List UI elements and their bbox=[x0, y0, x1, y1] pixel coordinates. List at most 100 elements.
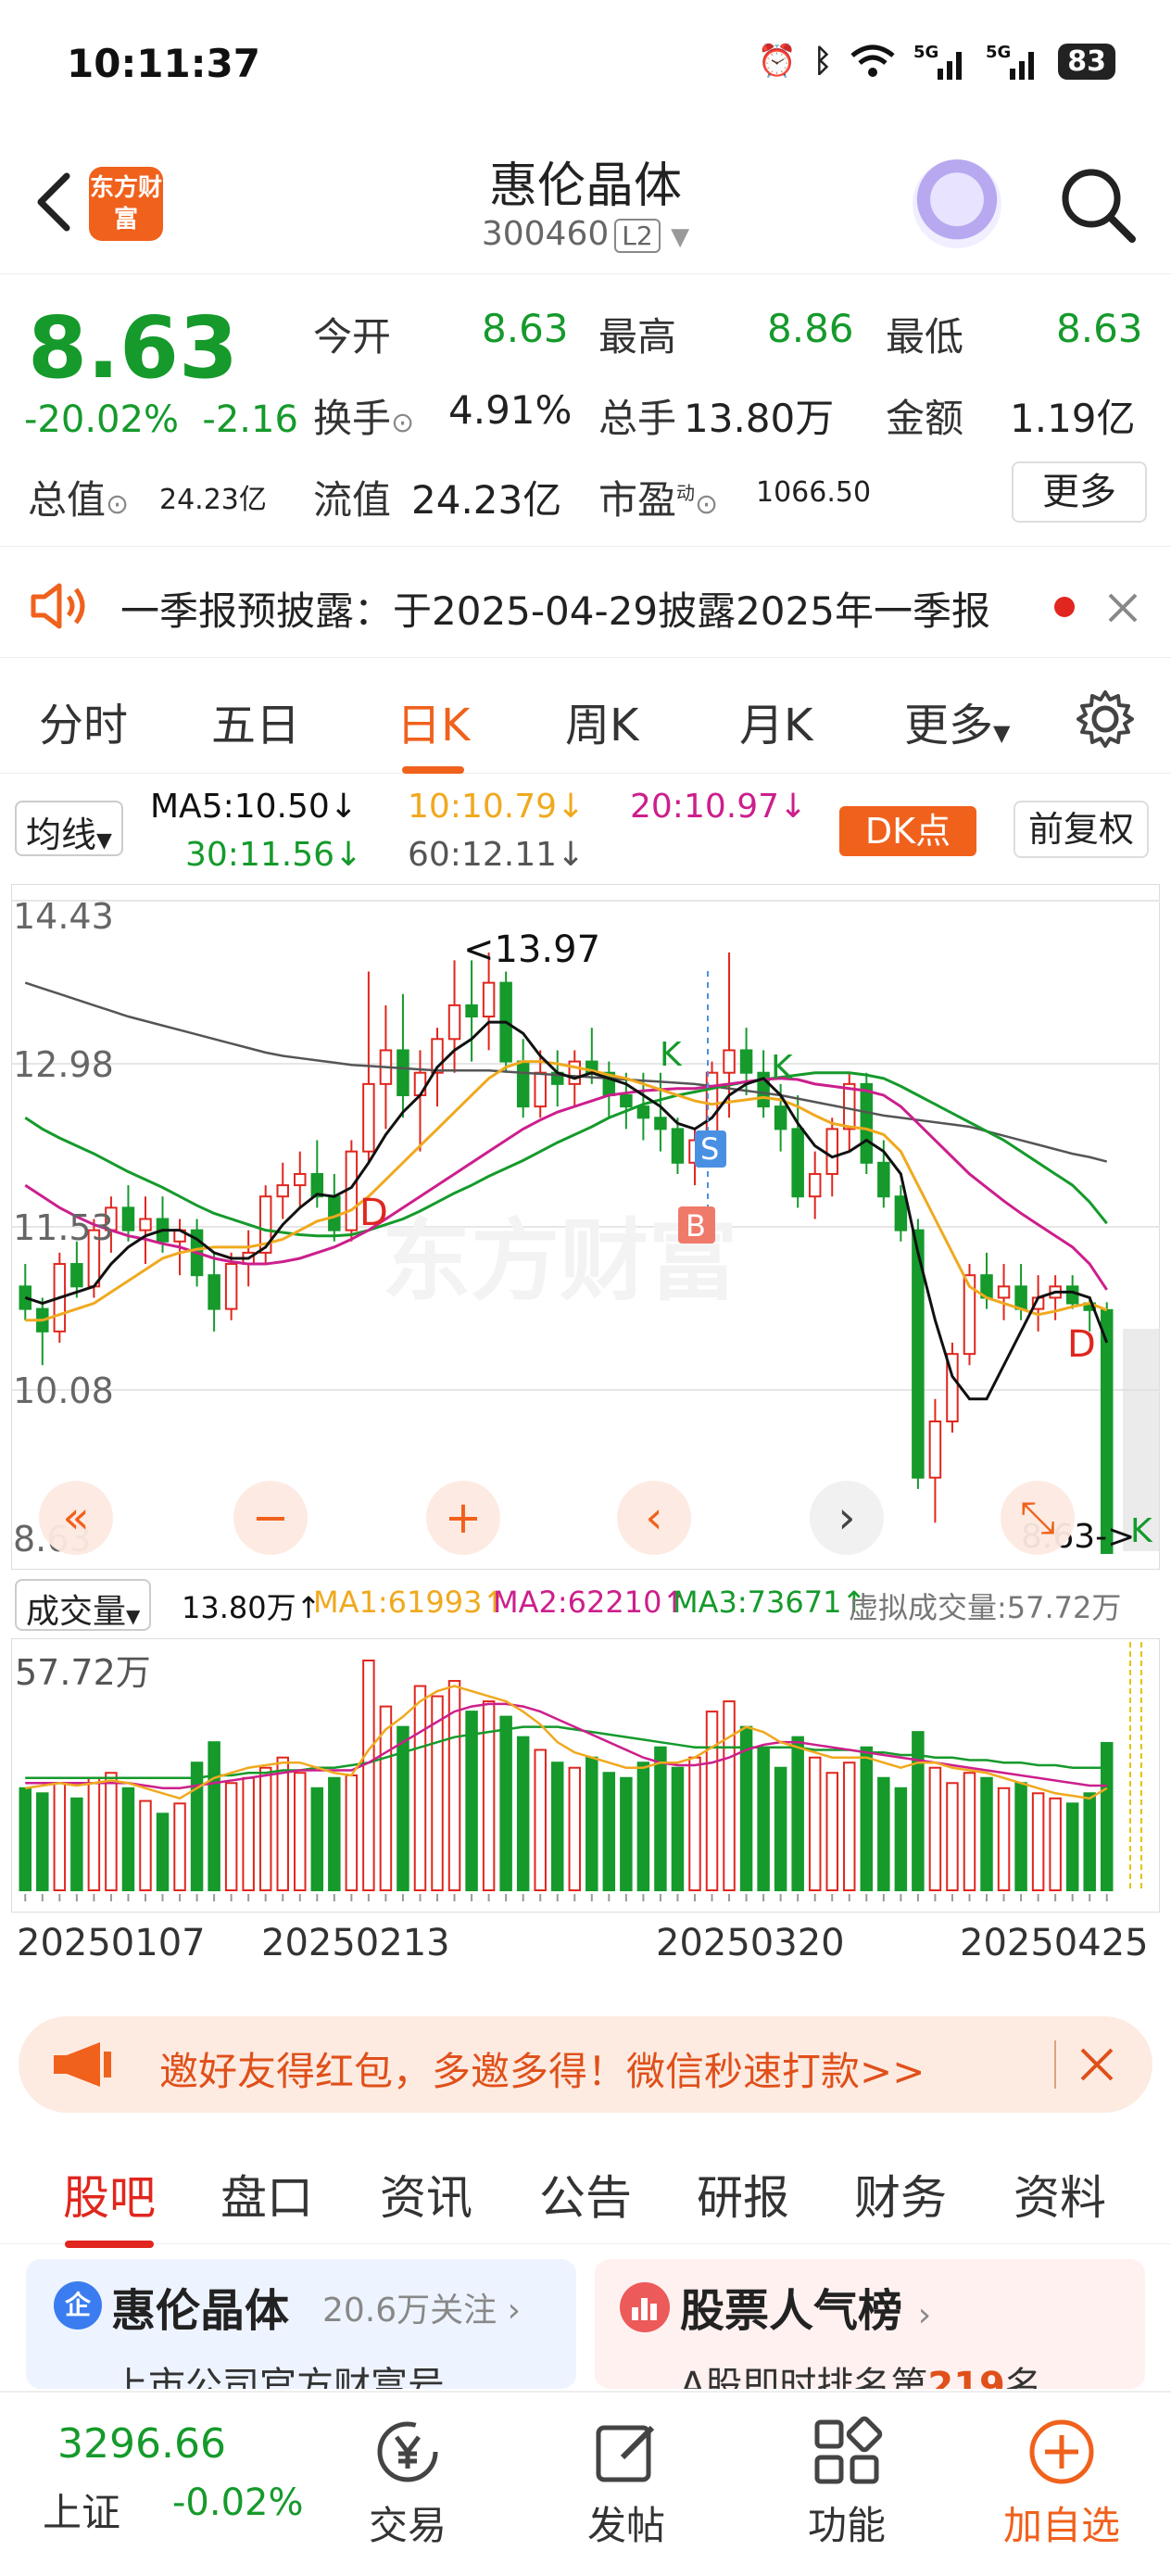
status-bar: 10:11:37 ⏰ ᛒ 5G 5G 83 bbox=[0, 0, 1171, 130]
volume-bar bbox=[413, 1685, 427, 1891]
fullscreen-icon[interactable]: ⤡ bbox=[1001, 1481, 1075, 1555]
adjust-mode-button[interactable]: 前复权 bbox=[1014, 801, 1149, 858]
volume-bar bbox=[688, 1756, 701, 1891]
tab-monthly-k[interactable]: 月K bbox=[739, 688, 812, 753]
edit-icon bbox=[596, 2425, 655, 2482]
signal-5g-icon: 5G bbox=[986, 43, 1035, 80]
more-quote-button[interactable]: 更多 bbox=[1012, 461, 1147, 523]
tab-guba[interactable]: 股吧 bbox=[63, 2161, 156, 2248]
bottom-navigation: 3296.66 上证 -0.02% 交易 发帖 功能 加自选 bbox=[0, 2391, 1171, 2576]
date-tick: 20250213 bbox=[261, 1922, 450, 1964]
tab-weekly-k[interactable]: 周K bbox=[565, 688, 638, 753]
volume-bar bbox=[105, 1772, 118, 1891]
candle-body bbox=[208, 1274, 220, 1310]
bluetooth-icon: ᛒ bbox=[812, 43, 833, 80]
candle-body bbox=[413, 1071, 427, 1096]
nav-trade[interactable]: 交易 bbox=[334, 2413, 482, 2551]
close-icon[interactable] bbox=[1077, 2044, 1117, 2085]
low-value: 8.63 bbox=[1056, 306, 1143, 351]
tab-more[interactable]: 更多▼ bbox=[904, 688, 1010, 753]
scroll-left-icon[interactable]: ‹ bbox=[617, 1481, 691, 1555]
buy-marker-label: B bbox=[686, 1208, 706, 1244]
volume-bar bbox=[294, 1772, 307, 1891]
candle-body bbox=[362, 1082, 375, 1153]
volume-bar bbox=[224, 1782, 238, 1891]
volume-chart[interactable]: 57.72万 bbox=[11, 1638, 1160, 1913]
low-label: 最低 bbox=[886, 314, 964, 360]
volume-bar bbox=[791, 1736, 804, 1891]
tab-five-day[interactable]: 五日 bbox=[211, 688, 300, 753]
control-glyph: ‹ bbox=[645, 1492, 662, 1544]
nav-add-watchlist[interactable]: 加自选 bbox=[988, 2413, 1136, 2551]
volume-indicator-select[interactable]: 成交量▼ bbox=[15, 1579, 152, 1631]
candle-body bbox=[294, 1172, 307, 1187]
volume-bar bbox=[757, 1746, 770, 1891]
announcement-text: 一季报预披露：于2025-04-29披露2025年一季报 bbox=[120, 588, 990, 634]
tab-announcements[interactable]: 公告 bbox=[539, 2161, 632, 2228]
candlestick-chart[interactable]: 东方财富 14.4312.9811.5310.088.63<13.978.63-… bbox=[11, 884, 1160, 1570]
volume-bar bbox=[362, 1660, 375, 1891]
pe-label: 市盈动⊙ bbox=[598, 477, 719, 523]
volume-bar bbox=[860, 1746, 874, 1891]
status-time: 10:11:37 bbox=[67, 41, 260, 86]
ma10-label: 10:10.79↓ bbox=[408, 788, 586, 826]
announcement-bar[interactable]: 一季报预披露：于2025-04-29披露2025年一季报 bbox=[0, 556, 1171, 658]
card-title: 股票人气榜 › bbox=[680, 2285, 932, 2337]
candle-body bbox=[1100, 1308, 1114, 1554]
volume-bar bbox=[774, 1766, 787, 1891]
zoom-in-icon[interactable]: + bbox=[426, 1481, 500, 1555]
open-value: 8.63 bbox=[482, 306, 569, 351]
candle-body bbox=[671, 1128, 685, 1164]
assistant-robot-icon[interactable] bbox=[913, 159, 1001, 248]
tab-news[interactable]: 资讯 bbox=[380, 2161, 472, 2228]
ma20-label: 20:10.97↓ bbox=[630, 788, 808, 826]
volume-bar bbox=[602, 1772, 616, 1891]
index-name[interactable]: 上证 bbox=[43, 2481, 120, 2538]
close-icon[interactable] bbox=[1104, 589, 1141, 626]
indicator-select[interactable]: 均线▼ bbox=[15, 801, 123, 856]
volume-bar bbox=[345, 1774, 359, 1891]
volume-bar bbox=[586, 1756, 598, 1891]
tab-daily-k[interactable]: 日K bbox=[397, 688, 470, 774]
volume-bar bbox=[534, 1749, 547, 1891]
index-change[interactable]: -0.02% bbox=[172, 2481, 304, 2524]
enterprise-icon: 企 bbox=[54, 2281, 102, 2330]
volume-bar bbox=[997, 1787, 1011, 1891]
nav-functions[interactable]: 功能 bbox=[773, 2413, 921, 2551]
date-tick: 20250425 bbox=[960, 1922, 1149, 1964]
popularity-rank-card[interactable]: 股票人气榜 › A股即时排名第219名 bbox=[595, 2259, 1145, 2389]
index-value[interactable]: 3296.66 bbox=[57, 2420, 226, 2468]
tab-pankou[interactable]: 盘口 bbox=[220, 2161, 313, 2228]
volume-bar bbox=[843, 1762, 856, 1891]
volume-max-label: 57.72万 bbox=[15, 1652, 151, 1693]
invite-promo-banner[interactable]: 邀好友得红包，多邀多得！微信秒速打款>> bbox=[19, 2016, 1152, 2113]
svg-text:5G: 5G bbox=[913, 43, 938, 62]
turnover-value: 4.91% bbox=[448, 387, 573, 433]
nav-post[interactable]: 发帖 bbox=[552, 2413, 700, 2551]
ma-legend: 均线▼ MA5:10.50↓ 10:10.79↓ 20:10.97↓ 30:11… bbox=[0, 778, 1171, 880]
candle-body bbox=[739, 1049, 753, 1074]
scroll-right-icon[interactable]: › bbox=[810, 1481, 884, 1555]
settings-gear-icon[interactable] bbox=[1075, 688, 1136, 750]
tab-profile[interactable]: 资料 bbox=[1014, 2161, 1106, 2228]
search-icon[interactable] bbox=[1056, 163, 1140, 246]
candle-body bbox=[723, 1049, 736, 1074]
sell-marker-label: S bbox=[700, 1131, 719, 1167]
tab-intraday[interactable]: 分时 bbox=[39, 688, 128, 753]
volume-bar bbox=[946, 1782, 959, 1891]
candle-body bbox=[139, 1218, 152, 1231]
pe-value: 1066.50 bbox=[756, 476, 872, 509]
dropdown-arrow-icon: ▼ bbox=[96, 829, 112, 852]
turnover-label: 换手⊙ bbox=[313, 396, 415, 441]
zoom-out-icon[interactable]: − bbox=[233, 1481, 308, 1555]
volume-bar bbox=[825, 1772, 838, 1891]
volume-header: 成交量▼ 13.80万↑ MA1:61993↑ MA2:62210↑ MA3:7… bbox=[0, 1575, 1171, 1636]
tab-finance[interactable]: 财务 bbox=[854, 2161, 947, 2228]
company-account-card[interactable]: 企 惠伦晶体 20.6万关注 › 上市公司官方财富号 bbox=[26, 2259, 576, 2389]
scroll-left-fast-icon[interactable]: « bbox=[39, 1481, 113, 1555]
high-value: 8.86 bbox=[767, 306, 854, 351]
tab-research[interactable]: 研报 bbox=[697, 2161, 789, 2228]
dk-point-button[interactable]: DK点 bbox=[839, 806, 976, 856]
price-change: -20.02% -2.16 bbox=[24, 398, 298, 441]
candle-body bbox=[860, 1082, 874, 1164]
